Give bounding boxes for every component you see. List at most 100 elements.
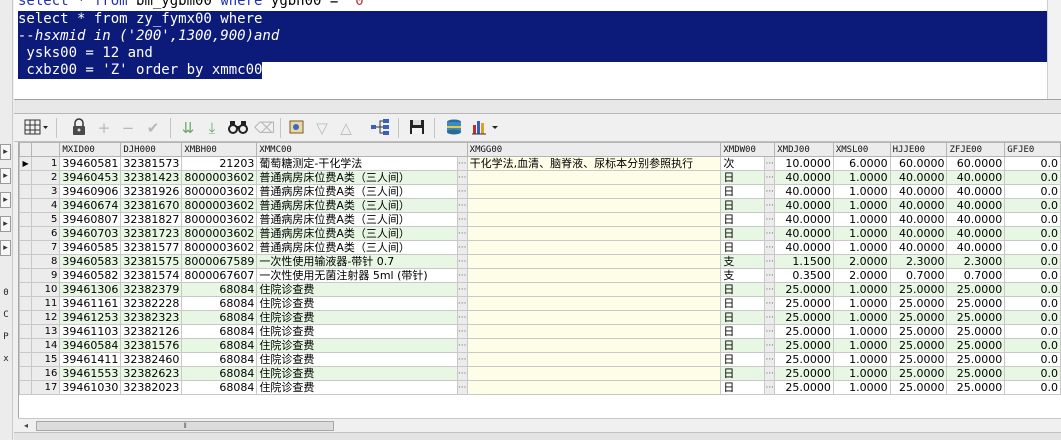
cell-editor-button[interactable]: ··· bbox=[764, 240, 776, 255]
cell-xmdw[interactable]: 日 bbox=[720, 338, 766, 353]
cell-mxid[interactable]: 39461253 bbox=[59, 310, 122, 325]
cell-xmdj[interactable]: 40.0000 bbox=[774, 240, 834, 255]
query-icon[interactable] bbox=[286, 117, 308, 139]
cell-xmsl[interactable]: 6.0000 bbox=[832, 156, 891, 171]
cell-zfje[interactable]: 40.0000 bbox=[946, 198, 1006, 213]
table-row[interactable]: 5 39460807 32381827 8000003602 普通病房床位费A类（三人间… bbox=[19, 212, 1061, 227]
scrollbar-thumb[interactable]: ⦀ bbox=[36, 421, 334, 431]
cell-xmsl[interactable]: 1.0000 bbox=[832, 226, 891, 241]
delete-icon[interactable]: − bbox=[118, 117, 138, 139]
cell-xmgg[interactable] bbox=[466, 198, 722, 213]
row-marker[interactable] bbox=[19, 380, 33, 395]
grid-icon[interactable] bbox=[22, 117, 50, 139]
row-number[interactable]: 6 bbox=[31, 226, 61, 241]
cell-gfje[interactable]: 0.0 bbox=[1004, 226, 1061, 241]
cell-editor-button[interactable]: ··· bbox=[456, 310, 468, 325]
row-number[interactable]: 10 bbox=[31, 282, 61, 297]
table-row[interactable]: ▶ 1 39460581 32381573 21203 葡萄糖测定-干化学法 ··· 干化学法… bbox=[19, 156, 1061, 171]
cell-mxid[interactable]: 39461030 bbox=[59, 380, 122, 395]
cell-djh[interactable]: 32382379 bbox=[120, 282, 183, 297]
sql-editor[interactable]: select * from bm_ygbm00 where ygbh00 = '… bbox=[14, 0, 1061, 100]
cell-editor-button[interactable]: ··· bbox=[764, 282, 776, 297]
cell-editor-button[interactable]: ··· bbox=[456, 338, 468, 353]
gutter-arrow-icon[interactable]: ▸ bbox=[0, 168, 11, 184]
cell-hjje[interactable]: 25.0000 bbox=[889, 380, 948, 395]
clear-icon[interactable]: ⌫ bbox=[254, 117, 275, 139]
cell-djh[interactable]: 32382623 bbox=[120, 366, 183, 381]
cell-xmgg[interactable] bbox=[466, 352, 722, 367]
cell-editor-button[interactable]: ··· bbox=[456, 184, 468, 199]
cell-djh[interactable]: 32382126 bbox=[120, 324, 183, 339]
cell-gfje[interactable]: 0.0 bbox=[1004, 268, 1061, 283]
cell-editor-button[interactable]: ··· bbox=[764, 268, 776, 283]
column-header-xmdj00[interactable]: XMDJ00 bbox=[774, 142, 834, 157]
cell-xmdj[interactable]: 1.1500 bbox=[774, 254, 834, 269]
cell-xmgg[interactable] bbox=[466, 296, 722, 311]
cell-xmbh[interactable]: 68084 bbox=[181, 352, 258, 367]
cell-xmdj[interactable]: 40.0000 bbox=[774, 198, 834, 213]
cell-mxid[interactable]: 39460453 bbox=[59, 170, 122, 185]
table-row[interactable]: 6 39460703 32381723 8000003602 普通病房床位费A类（三人间… bbox=[19, 226, 1061, 241]
cell-xmmc[interactable]: 住院诊查费 bbox=[256, 366, 458, 381]
cell-hjje[interactable]: 25.0000 bbox=[889, 296, 948, 311]
cell-hjje[interactable]: 40.0000 bbox=[889, 184, 948, 199]
find-icon[interactable] bbox=[226, 117, 250, 139]
row-marker[interactable] bbox=[19, 198, 33, 213]
column-header-mxid00[interactable]: MXID00 bbox=[59, 142, 122, 157]
cell-xmdw[interactable]: 日 bbox=[720, 282, 766, 297]
cell-hjje[interactable]: 25.0000 bbox=[889, 352, 948, 367]
cell-mxid[interactable]: 39460703 bbox=[59, 226, 122, 241]
row-marker[interactable] bbox=[19, 296, 33, 311]
cell-mxid[interactable]: 39460582 bbox=[59, 268, 122, 283]
cell-xmdj[interactable]: 40.0000 bbox=[774, 226, 834, 241]
cell-editor-button[interactable]: ··· bbox=[456, 296, 468, 311]
row-number[interactable]: 16 bbox=[31, 366, 61, 381]
cell-zfje[interactable]: 25.0000 bbox=[946, 338, 1006, 353]
table-row[interactable]: 7 39460585 32381577 8000003602 普通病房床位费A类（三人间… bbox=[19, 240, 1061, 255]
cell-xmdw[interactable]: 日 bbox=[720, 366, 766, 381]
table-row[interactable]: 10 39461306 32382379 68084 住院诊查费 ··· 日 ··· 25.00… bbox=[19, 282, 1061, 297]
row-marker[interactable] bbox=[19, 366, 33, 381]
cell-gfje[interactable]: 0.0 bbox=[1004, 184, 1061, 199]
cell-gfje[interactable]: 0.0 bbox=[1004, 352, 1061, 367]
cell-djh[interactable]: 32381576 bbox=[120, 338, 183, 353]
cell-xmbh[interactable]: 68084 bbox=[181, 296, 258, 311]
cell-hjje[interactable]: 25.0000 bbox=[889, 310, 948, 325]
cell-xmgg[interactable] bbox=[466, 170, 722, 185]
cell-xmmc[interactable]: 住院诊查费 bbox=[256, 380, 458, 395]
cell-xmgg[interactable]: 干化学法,血清、脑脊液、尿标本分别参照执行 bbox=[466, 156, 722, 171]
table-row[interactable]: 9 39460582 32381574 8000067607 一次性使用无菌注射器 5m… bbox=[19, 268, 1061, 283]
row-number[interactable]: 14 bbox=[31, 338, 61, 353]
cell-editor-button[interactable]: ··· bbox=[764, 366, 776, 381]
cell-xmgg[interactable] bbox=[466, 366, 722, 381]
cell-xmmc[interactable]: 普通病房床位费A类（三人间） bbox=[256, 212, 458, 227]
cell-mxid[interactable]: 39461306 bbox=[59, 282, 122, 297]
column-header-xmbh00[interactable]: XMBH00 bbox=[181, 142, 258, 157]
cell-xmbh[interactable]: 68084 bbox=[181, 366, 258, 381]
row-number[interactable]: 3 bbox=[31, 184, 61, 199]
cell-xmdw[interactable]: 支 bbox=[720, 254, 766, 269]
cell-xmsl[interactable]: 1.0000 bbox=[832, 212, 891, 227]
cell-xmdj[interactable]: 25.0000 bbox=[774, 366, 834, 381]
cell-xmgg[interactable] bbox=[466, 212, 722, 227]
cell-xmmc[interactable]: 住院诊查费 bbox=[256, 352, 458, 367]
cell-zfje[interactable]: 25.0000 bbox=[946, 380, 1006, 395]
cell-xmdj[interactable]: 40.0000 bbox=[774, 212, 834, 227]
cell-gfje[interactable]: 0.0 bbox=[1004, 366, 1061, 381]
cell-hjje[interactable]: 40.0000 bbox=[889, 212, 948, 227]
cell-xmgg[interactable] bbox=[466, 324, 722, 339]
cell-xmmc[interactable]: 普通病房床位费A类（三人间） bbox=[256, 184, 458, 199]
cell-xmdw[interactable]: 日 bbox=[720, 324, 766, 339]
cell-djh[interactable]: 32381926 bbox=[120, 184, 183, 199]
current-row-marker-icon[interactable]: ▶ bbox=[19, 156, 33, 171]
cell-editor-button[interactable]: ··· bbox=[456, 380, 468, 395]
editor-vertical-scrollbar[interactable] bbox=[1047, 0, 1061, 99]
cell-editor-button[interactable]: ··· bbox=[456, 324, 468, 339]
row-number[interactable]: 7 bbox=[31, 240, 61, 255]
table-row[interactable]: 8 39460583 32381575 8000067589 一次性使用输液器-带针 0… bbox=[19, 254, 1061, 269]
cell-xmgg[interactable] bbox=[466, 240, 722, 255]
row-marker[interactable] bbox=[19, 310, 33, 325]
row-marker[interactable] bbox=[19, 226, 33, 241]
cell-zfje[interactable]: 40.0000 bbox=[946, 170, 1006, 185]
row-marker[interactable] bbox=[19, 352, 33, 367]
